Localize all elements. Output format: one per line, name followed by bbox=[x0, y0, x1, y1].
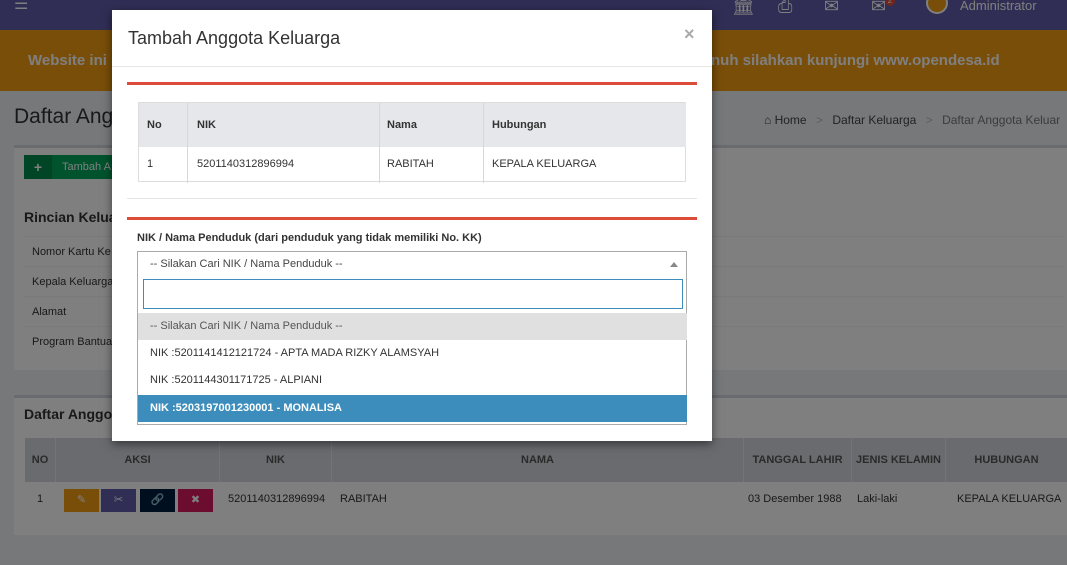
section-border bbox=[127, 82, 697, 85]
cell-hubungan: KEPALA KELUARGA bbox=[492, 158, 597, 170]
dropdown-option-highlighted[interactable]: NIK :5203197001230001 - MONALISA bbox=[138, 395, 687, 422]
th-nama: Nama bbox=[387, 119, 417, 131]
nik-field-label: NIK / Nama Penduduk (dari penduduk yang … bbox=[137, 232, 482, 244]
penduduk-select[interactable]: -- Silakan Cari NIK / Nama Penduduk -- bbox=[137, 251, 687, 276]
th-no: No bbox=[147, 119, 162, 131]
dropdown-option[interactable]: NIK :5201141412121724 - APTA MADA RIZKY … bbox=[138, 340, 687, 367]
add-member-modal: Tambah Anggota Keluarga × No NIK Nama Hu… bbox=[112, 10, 712, 441]
close-button[interactable]: × bbox=[684, 24, 695, 45]
penduduk-dropdown: -- Silakan Cari NIK / Nama Penduduk -- N… bbox=[137, 275, 687, 425]
cell-nik: 5201140312896994 bbox=[197, 158, 295, 170]
th-nik: NIK bbox=[197, 119, 216, 131]
cell-nama: RABITAH bbox=[387, 158, 434, 170]
modal-title: Tambah Anggota Keluarga bbox=[128, 28, 341, 48]
modal-divider bbox=[112, 66, 712, 67]
caret-up-icon bbox=[670, 262, 678, 267]
search-input[interactable] bbox=[143, 279, 683, 309]
select-value: -- Silakan Cari NIK / Nama Penduduk -- bbox=[150, 258, 343, 270]
dropdown-option-placeholder: -- Silakan Cari NIK / Nama Penduduk -- bbox=[138, 313, 687, 340]
column-divider bbox=[483, 103, 484, 183]
column-divider bbox=[379, 103, 380, 183]
cell-no: 1 bbox=[147, 158, 154, 170]
dropdown-option[interactable]: NIK :5201144301171725 - ALPIANI bbox=[138, 367, 687, 394]
th-hubungan: Hubungan bbox=[492, 119, 547, 131]
family-table: No NIK Nama Hubungan 1 5201140312896994 … bbox=[138, 102, 686, 183]
column-divider bbox=[187, 103, 188, 183]
section-border bbox=[127, 217, 697, 220]
section-divider bbox=[127, 198, 697, 199]
